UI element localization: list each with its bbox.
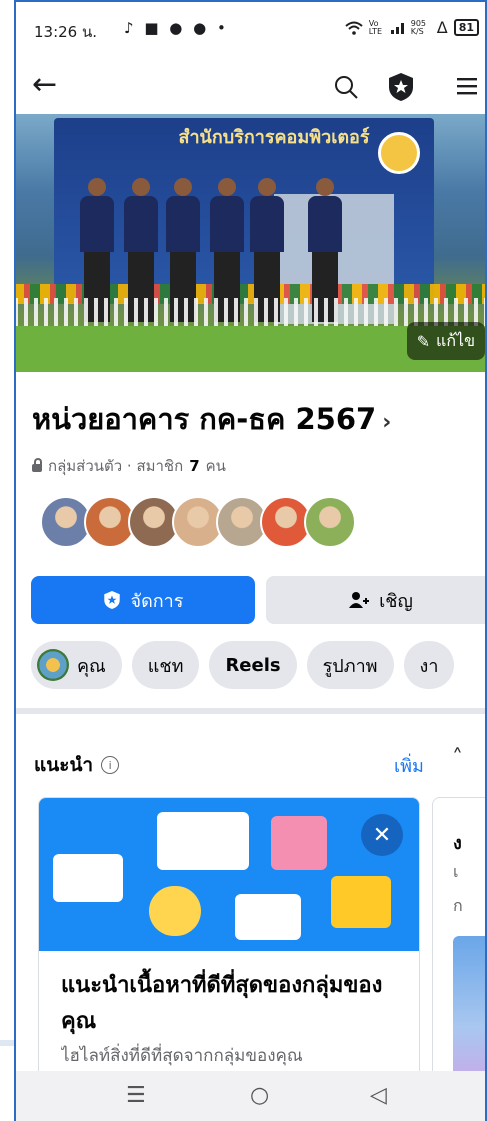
group-name-text: หน่วยอาคาร กค-ธค 2567 — [32, 402, 377, 436]
suggested-more-link[interactable]: เพิ่ม — [394, 751, 424, 780]
suggested-title: แนะนำ — [34, 754, 94, 776]
group-tabs: คุณ แชท Reels รูปภาพ งา — [31, 641, 455, 689]
member-avatar[interactable] — [304, 496, 356, 548]
suggestion-card[interactable]: ✕ แนะนำเนื้อหาที่ดีที่สุดของกลุ่มของคุณ … — [38, 797, 420, 1089]
shield-star-icon — [103, 591, 120, 609]
tab-chip-label: Reels — [225, 654, 281, 676]
pencil-icon: ✎ — [416, 331, 431, 351]
suggested-heading: แนะนำ i — [34, 750, 120, 780]
group-privacy: กลุ่มส่วนตัว · สมาชิก — [48, 457, 184, 475]
card-title: แนะนำเนื้อหาที่ดีที่สุดของกลุ่มของคุณ — [61, 973, 383, 1034]
illustration-tile — [157, 812, 249, 870]
tab-chip-label: รูปภาพ — [322, 655, 378, 677]
app-screen: 13:26 น. ♪ ■ ● ● • Vo LTE 905 K/S Δ 81 ←… — [14, 0, 487, 1121]
status-right: Vo LTE 905 K/S Δ 81 — [345, 18, 479, 37]
search-icon[interactable] — [333, 74, 359, 100]
illustration-tile — [53, 854, 123, 902]
close-icon[interactable]: ✕ — [361, 814, 403, 856]
notification-icons: ♪ ■ ● ● • — [124, 19, 229, 37]
illustration-tile — [149, 886, 201, 936]
group-name[interactable]: หน่วยอาคาร กค-ธค 2567 › — [32, 396, 391, 442]
cover-logo — [378, 132, 420, 174]
top-navigation: ← — [14, 60, 487, 114]
group-meta: กลุ่มส่วนตัว · สมาชิก 7 คน — [32, 454, 226, 478]
tab-chip-label: แชท — [147, 655, 184, 677]
card2-line1: เ — [453, 862, 459, 881]
info-icon[interactable]: i — [101, 756, 120, 774]
status-time: 13:26 น. — [34, 23, 98, 41]
card-illustration: ✕ — [39, 798, 419, 951]
frame-edge — [14, 0, 487, 2]
avatar — [37, 649, 69, 681]
manage-button[interactable]: จัดการ — [31, 576, 255, 624]
edit-cover-button[interactable]: ✎ แก้ไข — [406, 322, 485, 360]
alert-icon: Δ — [436, 18, 448, 37]
lock-icon — [32, 458, 42, 472]
back-triangle-icon[interactable]: ◁ — [370, 1083, 387, 1108]
battery-icon: 81 — [453, 19, 479, 36]
cover-banner-text: สำนักบริการคอมพิวเตอร์ — [178, 127, 370, 148]
tab-chip[interactable]: Reels — [209, 641, 297, 689]
network-label: Vo LTE — [368, 18, 383, 36]
tab-chip[interactable]: คุณ — [31, 641, 122, 689]
status-bar: 13:26 น. ♪ ■ ● ● • Vo LTE 905 K/S Δ 81 — [14, 0, 487, 60]
tab-chip[interactable]: งา — [403, 641, 455, 689]
back-arrow-icon[interactable]: ← — [32, 70, 57, 100]
suggestion-card-next[interactable]: ง เ ก — [432, 797, 487, 1089]
invite-button[interactable]: เชิญ — [266, 576, 487, 624]
tab-chip[interactable]: รูปภาพ — [306, 641, 394, 689]
tab-chip-label: งา — [419, 655, 439, 677]
wifi-icon — [345, 21, 363, 35]
card2-title: ง — [453, 833, 462, 854]
manage-label: จัดการ — [130, 590, 184, 612]
member-unit: คน — [205, 457, 226, 475]
chevron-up-icon[interactable]: ˄ — [452, 746, 463, 771]
group-cover-photo[interactable]: สำนักบริการคอมพิวเตอร์ ✎ แก้ไข — [14, 114, 487, 372]
tab-chip-label: คุณ — [77, 655, 106, 677]
illustration-tile — [271, 816, 327, 870]
section-divider — [14, 708, 487, 714]
frame-edge — [14, 0, 16, 1121]
invite-label: เชิญ — [379, 590, 413, 612]
home-icon[interactable]: ○ — [250, 1083, 269, 1108]
system-nav-bar: ☰ ○ ◁ — [14, 1071, 487, 1121]
edit-cover-label: แก้ไข — [436, 330, 475, 350]
add-person-icon — [349, 592, 370, 608]
card2-illustration — [453, 936, 487, 1088]
recents-icon[interactable]: ☰ — [126, 1083, 146, 1108]
illustration-tile — [235, 894, 301, 940]
card-subtitle: ไฮไลท์สิ่งที่ดีที่สุดจากกลุ่มของคุณ — [61, 1046, 303, 1066]
signal-icon — [390, 22, 404, 34]
illustration-tile — [331, 876, 391, 928]
card2-line2: ก — [453, 896, 463, 915]
member-count: 7 — [189, 457, 200, 475]
speed-label: 905 K/S — [410, 18, 427, 36]
chevron-right-icon: › — [382, 410, 392, 435]
admin-shield-icon[interactable] — [387, 72, 415, 102]
tab-chip[interactable]: แชท — [131, 641, 200, 689]
menu-icon[interactable] — [455, 74, 479, 98]
frame-edge — [0, 1040, 14, 1046]
